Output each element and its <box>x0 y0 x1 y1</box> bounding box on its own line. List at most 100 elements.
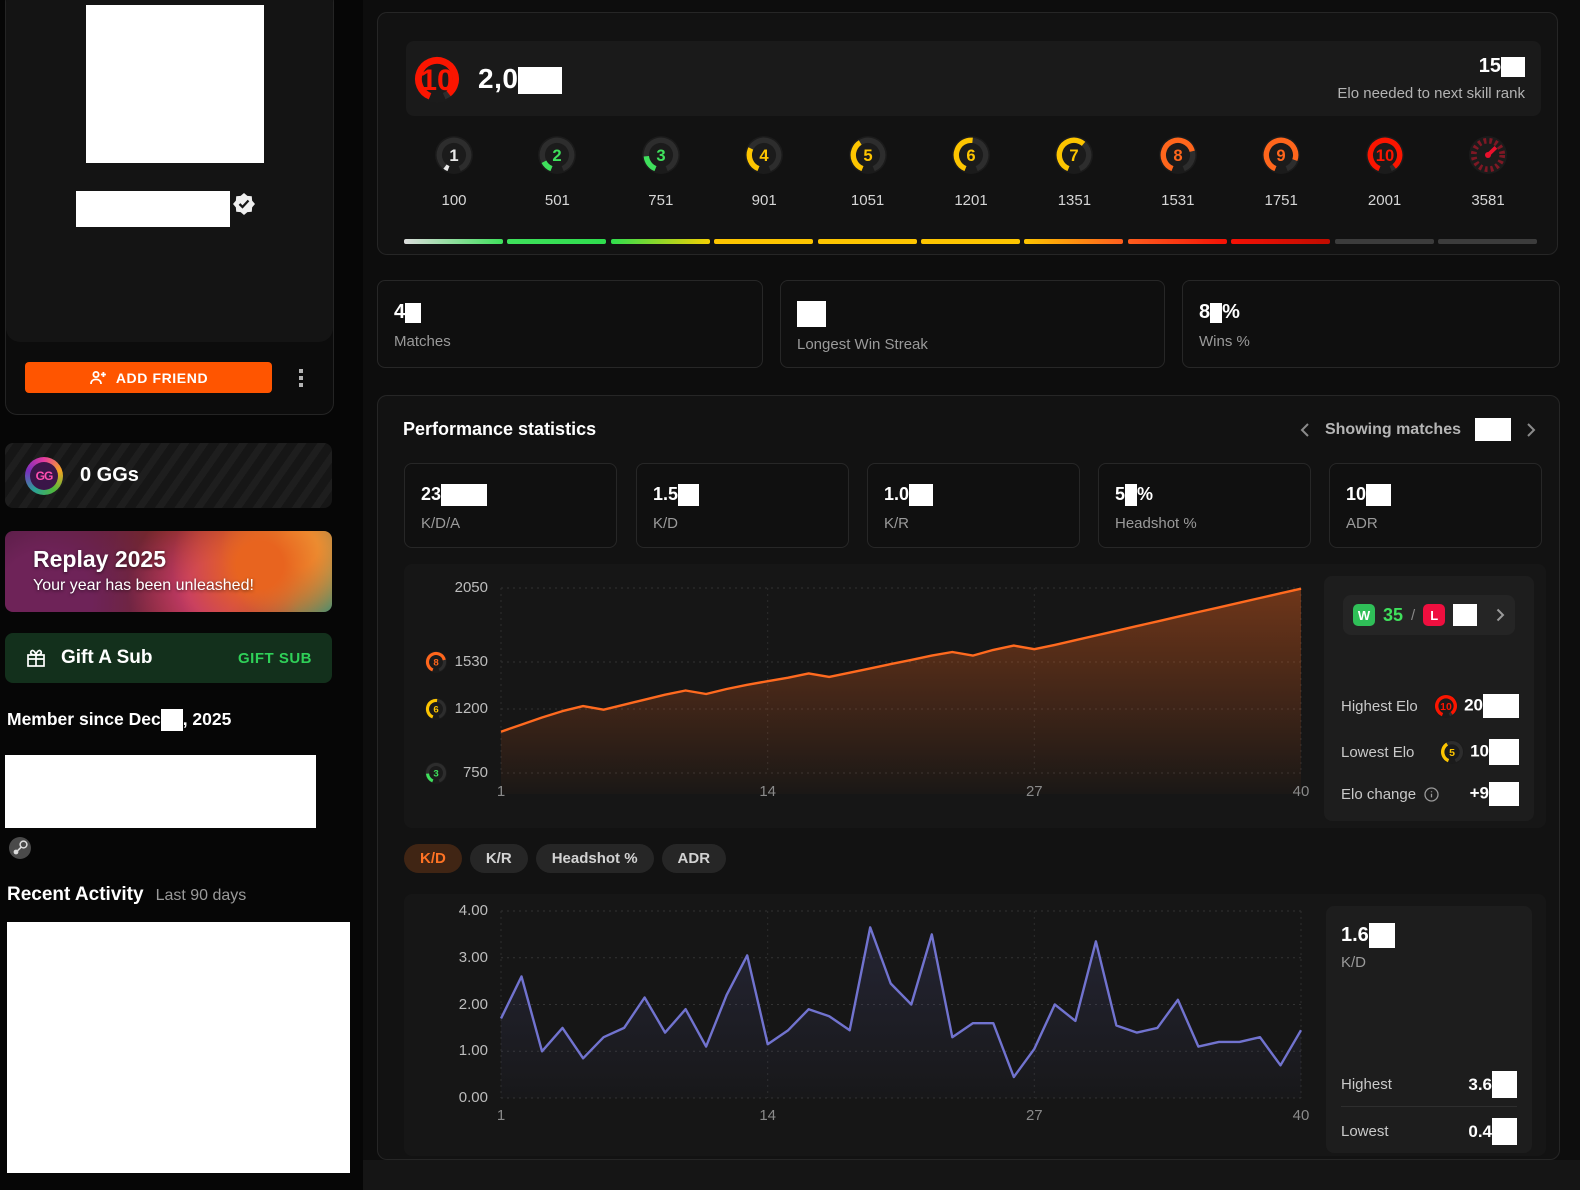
y-axis-tick-label: 4.00 <box>458 902 488 919</box>
svg-text:10: 10 <box>1440 701 1452 713</box>
chevron-right-icon[interactable] <box>1495 608 1505 622</box>
stat-value: 5% <box>1115 484 1310 507</box>
matches-pager: Showing matches <box>1299 418 1537 441</box>
svg-text:10: 10 <box>1375 146 1393 165</box>
chevron-left-icon[interactable] <box>1299 422 1311 438</box>
elo-change-row: Elo change +9 <box>1341 782 1519 806</box>
avatar <box>86 5 264 163</box>
svg-text:40: 40 <box>1293 783 1310 800</box>
gift-sub-button[interactable]: GIFT SUB <box>238 650 312 667</box>
steam-icon[interactable] <box>8 836 32 860</box>
elo-range-segment <box>610 239 710 244</box>
skill-level-threshold: 901 <box>751 192 777 209</box>
ggs-banner[interactable]: GG 0 GGs <box>5 443 332 508</box>
svg-text:10: 10 <box>420 63 453 96</box>
showing-matches-label: Showing matches <box>1324 420 1461 438</box>
skill-level-threshold: 1351 <box>1057 192 1092 209</box>
highest-elo-redacted <box>1483 694 1519 718</box>
username-redacted <box>76 191 230 227</box>
gg25-logo-icon: GG <box>25 456 63 495</box>
skill-level-threshold: 1751 <box>1264 192 1298 209</box>
elo-redacted <box>518 66 563 94</box>
stat-label: K/R <box>884 515 910 533</box>
skill-level-5-column[interactable]: 5 1051 <box>818 136 918 209</box>
tab-k-d[interactable]: K/D <box>404 844 462 873</box>
elo-overview-card: 10 2,0 15 Elo needed to next skill rank … <box>377 12 1558 255</box>
skill-level-threshold: 501 <box>544 192 570 209</box>
showing-matches-count-redacted <box>1475 418 1511 441</box>
sidebar-info-redacted <box>5 755 316 828</box>
elo-range-segment <box>1334 239 1434 244</box>
ggs-count-label: 0 GGs <box>80 464 139 486</box>
kd-summary-panel: 1.6 K/D Highest 3.6 Lowest 0.4 <box>1326 906 1532 1153</box>
stat-value: 23 <box>421 484 616 507</box>
more-options-kebab-icon[interactable] <box>292 362 310 393</box>
skill-level-9-column[interactable]: 9 1751 <box>1231 136 1331 209</box>
stat-value-redacted <box>1366 484 1392 507</box>
elo-range-segment <box>921 239 1020 244</box>
svg-text:1: 1 <box>497 783 505 800</box>
summary-card: Longest Win Streak <box>780 280 1165 368</box>
skill-level-3-icon: 3 <box>641 136 680 174</box>
add-friend-label: ADD FRIEND <box>115 369 209 386</box>
svg-text:1: 1 <box>449 146 458 165</box>
recent-activity-range: Last 90 days <box>155 887 247 904</box>
svg-text:8: 8 <box>433 657 439 668</box>
performance-statistics-card: Performance statistics Showing matches 2… <box>377 395 1560 1160</box>
skill-level-8-icon: 8 <box>425 651 447 673</box>
elo-range-segment <box>1127 239 1227 244</box>
skill-level-challenger-icon <box>1469 136 1507 174</box>
lowest-elo-row: Lowest Elo 5 10 <box>1341 739 1519 765</box>
svg-text:27: 27 <box>1026 783 1043 800</box>
skill-level-challenger-column[interactable]: 3581 <box>1438 136 1538 209</box>
svg-text:8: 8 <box>1173 146 1182 165</box>
stat-label: ADR <box>1346 515 1378 533</box>
win-loss-strip[interactable]: W 35 / L <box>1343 595 1515 635</box>
skill-level-1-icon: 1 <box>435 136 473 174</box>
skill-level-10-column[interactable]: 10 2001 <box>1335 136 1435 209</box>
chevron-right-icon[interactable] <box>1525 422 1537 438</box>
tab-adr[interactable]: ADR <box>661 844 727 873</box>
svg-text:40: 40 <box>1293 1107 1310 1124</box>
summary-value <box>797 301 1164 327</box>
elo-summary-panel: W 35 / L Highest Elo 10 20 Lowest Elo 5 … <box>1324 576 1534 821</box>
summary-value: 4 <box>394 301 762 324</box>
skill-level-7-column[interactable]: 7 1351 <box>1024 136 1124 209</box>
elo-needed-value: 15 <box>1337 55 1525 78</box>
skill-level-1-column[interactable]: 1 100 <box>404 136 504 209</box>
stat-value-redacted <box>1125 484 1138 507</box>
add-friend-button[interactable]: ADD FRIEND <box>25 362 272 393</box>
skill-level-3-column[interactable]: 3 751 <box>611 136 711 209</box>
skill-level-threshold: 3581 <box>1471 192 1505 209</box>
elo-range-segment <box>1438 239 1537 244</box>
svg-text:14: 14 <box>759 783 776 800</box>
highest-elo-value: 20 <box>1464 694 1519 718</box>
current-elo-strip: 10 2,0 15 Elo needed to next skill rank <box>406 41 1541 116</box>
tab-headshot-[interactable]: Headshot % <box>535 844 654 873</box>
skill-level-threshold: 100 <box>441 192 467 209</box>
tab-k-r[interactable]: K/R <box>469 844 528 873</box>
skill-level-4-column[interactable]: 4 901 <box>714 136 814 209</box>
skill-level-6-column[interactable]: 6 1201 <box>921 136 1021 209</box>
loss-badge: L <box>1423 604 1446 626</box>
info-icon[interactable] <box>1424 786 1439 802</box>
summary-card: 8% Wins % <box>1182 280 1560 368</box>
kd-lowest-redacted <box>1492 1118 1517 1145</box>
stat-label: K/D/A <box>421 515 461 533</box>
stat-value-redacted <box>441 484 488 507</box>
skill-level-8-icon: 8 <box>1158 136 1197 174</box>
svg-text:27: 27 <box>1026 1107 1043 1124</box>
svg-text:14: 14 <box>759 1107 776 1124</box>
skill-level-threshold: 2001 <box>1367 192 1402 209</box>
skill-level-8-column[interactable]: 8 1531 <box>1128 136 1228 209</box>
elo-needed-label: Elo needed to next skill rank <box>1337 85 1525 102</box>
replay-title: Replay 2025 <box>33 546 166 572</box>
faceit-profile-page: { "sidebar": { "add_friend_label": "ADD … <box>0 0 1580 1190</box>
win-badge: W <box>1353 604 1375 626</box>
kd-lowest-label: Lowest <box>1341 1123 1389 1140</box>
skill-level-2-column[interactable]: 2 501 <box>507 136 607 209</box>
replay-2025-banner[interactable]: Replay 2025 Your year has been unleashed… <box>5 531 332 612</box>
elo-range-segment <box>1024 239 1124 244</box>
svg-text:6: 6 <box>433 704 438 715</box>
skill-level-6-icon: 6 <box>952 136 990 174</box>
